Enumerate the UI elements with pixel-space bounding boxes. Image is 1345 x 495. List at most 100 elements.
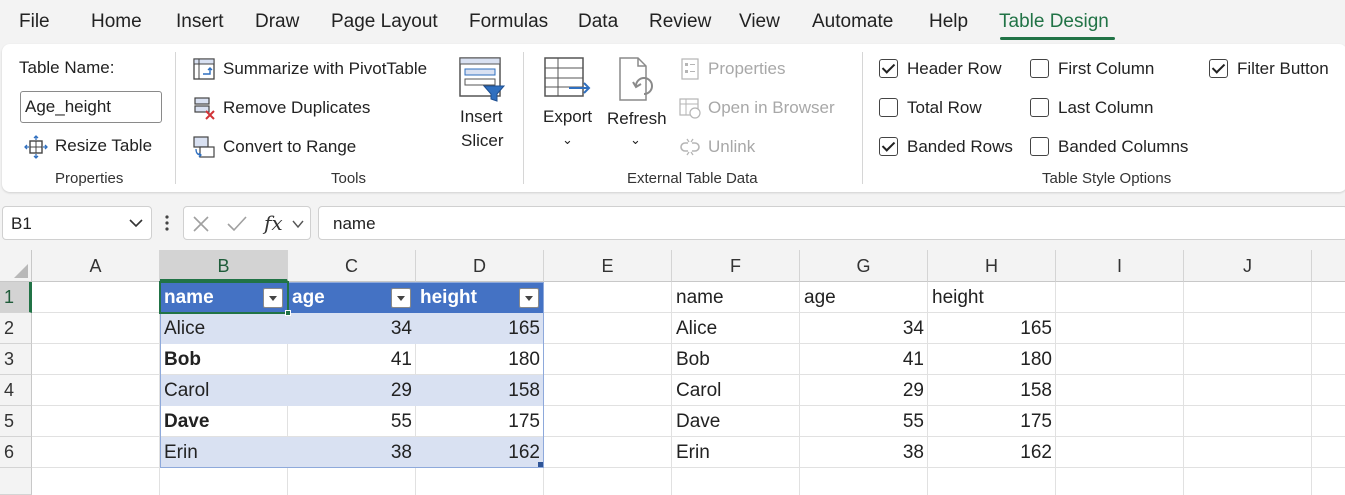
ribbon: Table Name: Resize Table Properties Summ… xyxy=(2,44,1345,192)
select-all-corner[interactable] xyxy=(0,250,32,282)
cell[interactable]: 180 xyxy=(928,344,1056,375)
table-header-name[interactable]: name xyxy=(160,282,214,313)
table-cell[interactable]: Dave xyxy=(160,406,288,437)
summarize-pivot-button[interactable]: Summarize with PivotTable xyxy=(192,56,442,82)
cell[interactable]: Dave xyxy=(672,406,800,437)
active-tab-indicator xyxy=(1000,37,1115,40)
insert-function-button[interactable]: fx xyxy=(264,211,283,235)
column-header-b[interactable]: B xyxy=(160,250,288,282)
cell[interactable]: 34 xyxy=(800,313,928,344)
column-header-g[interactable]: G xyxy=(800,250,928,282)
name-box[interactable]: B1 xyxy=(2,206,152,240)
convert-to-range-button[interactable]: Convert to Range xyxy=(192,134,392,160)
row-header-4[interactable]: 4 xyxy=(0,375,32,406)
cell[interactable]: 38 xyxy=(800,437,928,468)
banded-rows-checkbox[interactable] xyxy=(879,137,898,156)
last-column-checkbox[interactable] xyxy=(1030,98,1049,117)
tab-automate[interactable]: Automate xyxy=(812,11,893,33)
tab-view[interactable]: View xyxy=(739,11,780,33)
table-cell[interactable]: 55 xyxy=(288,406,416,437)
open-in-browser-button[interactable]: Open in Browser xyxy=(678,95,848,121)
header-row-checkbox[interactable] xyxy=(879,59,898,78)
table-header-height[interactable]: height xyxy=(416,282,477,313)
table-cell[interactable]: 29 xyxy=(288,375,416,406)
cell[interactable]: 41 xyxy=(800,344,928,375)
column-header-a[interactable]: A xyxy=(32,250,160,282)
table-header-age[interactable]: age xyxy=(288,282,325,313)
column-header-c[interactable]: C xyxy=(288,250,416,282)
cancel-icon[interactable] xyxy=(192,215,210,233)
row-header-6[interactable]: 6 xyxy=(0,437,32,468)
row-header-3[interactable]: 3 xyxy=(0,344,32,375)
cell[interactable]: Erin xyxy=(672,437,800,468)
enter-check-icon[interactable] xyxy=(226,215,248,233)
table-cell[interactable]: 41 xyxy=(288,344,416,375)
table-cell[interactable]: Erin xyxy=(160,437,288,468)
cell[interactable]: name xyxy=(672,282,800,313)
tab-help[interactable]: Help xyxy=(929,11,968,33)
table-resize-handle[interactable] xyxy=(538,462,543,467)
column-header-f[interactable]: F xyxy=(672,250,800,282)
more-options-icon[interactable] xyxy=(162,213,172,233)
tab-home[interactable]: Home xyxy=(91,11,142,33)
tab-table-design[interactable]: Table Design xyxy=(999,11,1109,33)
column-header-k[interactable] xyxy=(1312,250,1345,282)
cell[interactable]: Carol xyxy=(672,375,800,406)
unlink-button[interactable]: Unlink xyxy=(678,134,778,160)
column-header-e[interactable]: E xyxy=(544,250,672,282)
insert-slicer-line2: Slicer xyxy=(461,131,504,150)
row-header-2[interactable]: 2 xyxy=(0,313,32,344)
resize-table-button[interactable]: Resize Table xyxy=(24,134,164,160)
cell[interactable]: 55 xyxy=(800,406,928,437)
properties-button[interactable]: Properties xyxy=(678,56,808,82)
table-cell[interactable]: 162 xyxy=(416,437,544,468)
cell[interactable]: Alice xyxy=(672,313,800,344)
table-cell[interactable]: 158 xyxy=(416,375,544,406)
tab-formulas[interactable]: Formulas xyxy=(469,11,548,33)
table-cell[interactable]: Bob xyxy=(160,344,288,375)
tab-file[interactable]: File xyxy=(19,11,50,33)
export-button[interactable]: Export ⌄ xyxy=(537,54,599,154)
filter-dropdown-button[interactable] xyxy=(263,288,283,308)
cell[interactable]: 158 xyxy=(928,375,1056,406)
tab-review[interactable]: Review xyxy=(649,11,711,33)
cell[interactable]: 175 xyxy=(928,406,1056,437)
column-header-j[interactable]: J xyxy=(1184,250,1312,282)
row-header-7[interactable] xyxy=(0,468,32,495)
tab-draw[interactable]: Draw xyxy=(255,11,299,33)
tab-insert[interactable]: Insert xyxy=(176,11,224,33)
row-header-1[interactable]: 1 xyxy=(0,282,32,313)
cell[interactable]: height xyxy=(928,282,1056,313)
table-cell[interactable]: Alice xyxy=(160,313,288,344)
table-cell[interactable]: 34 xyxy=(288,313,416,344)
cell[interactable]: Bob xyxy=(672,344,800,375)
filter-dropdown-button[interactable] xyxy=(391,288,411,308)
total-row-checkbox[interactable] xyxy=(879,98,898,117)
column-header-d[interactable]: D xyxy=(416,250,544,282)
insert-slicer-button[interactable]: Insert Slicer xyxy=(452,54,512,154)
table-name-input[interactable] xyxy=(20,91,162,123)
row-header-5[interactable]: 5 xyxy=(0,406,32,437)
cell[interactable]: 165 xyxy=(928,313,1056,344)
remove-duplicates-button[interactable]: Remove Duplicates xyxy=(192,95,392,121)
table-cell[interactable]: 165 xyxy=(416,313,544,344)
filter-button-checkbox[interactable] xyxy=(1209,59,1228,78)
column-header-h[interactable]: H xyxy=(928,250,1056,282)
banded-columns-checkbox[interactable] xyxy=(1030,137,1049,156)
table-cell[interactable]: Carol xyxy=(160,375,288,406)
formula-input[interactable]: name xyxy=(318,206,1345,240)
cell[interactable]: 29 xyxy=(800,375,928,406)
cell[interactable]: age xyxy=(800,282,928,313)
column-header-i[interactable]: I xyxy=(1056,250,1184,282)
export-label: Export xyxy=(543,107,593,126)
refresh-button[interactable]: Refresh ⌄ xyxy=(604,54,668,154)
tab-data[interactable]: Data xyxy=(578,11,618,33)
remove-duplicates-label: Remove Duplicates xyxy=(223,98,371,117)
cell[interactable]: 162 xyxy=(928,437,1056,468)
table-cell[interactable]: 38 xyxy=(288,437,416,468)
tab-page-layout[interactable]: Page Layout xyxy=(331,11,438,33)
table-cell[interactable]: 175 xyxy=(416,406,544,437)
first-column-checkbox[interactable] xyxy=(1030,59,1049,78)
table-cell[interactable]: 180 xyxy=(416,344,544,375)
filter-dropdown-button[interactable] xyxy=(519,288,539,308)
